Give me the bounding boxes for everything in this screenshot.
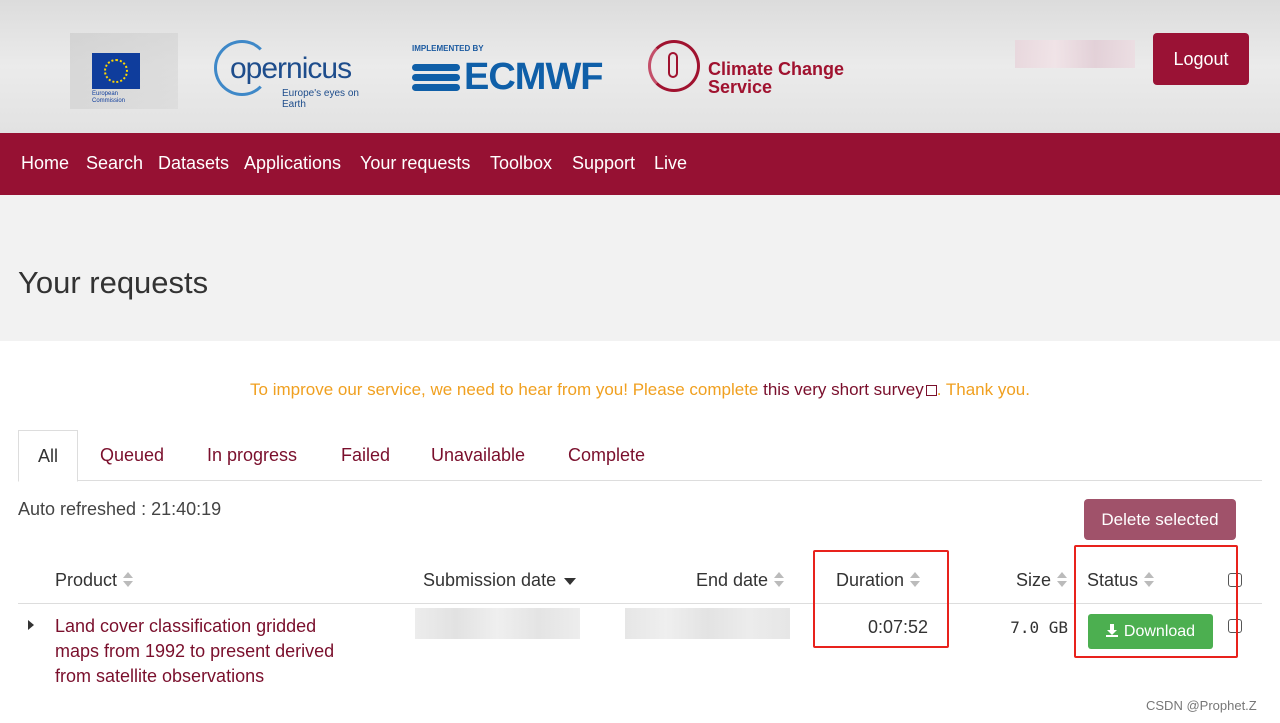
copernicus-wordmark: opernicus bbox=[230, 52, 352, 85]
delete-selected-button[interactable]: Delete selected bbox=[1084, 499, 1236, 540]
c3s-text: Climate Change Service bbox=[708, 60, 844, 96]
site-header: European Commission opernicus Europe's e… bbox=[0, 0, 1280, 133]
auto-refreshed-timestamp: Auto refreshed : 21:40:19 bbox=[18, 499, 222, 519]
ecmwf-mark-icon bbox=[412, 60, 460, 94]
tab-all[interactable]: All bbox=[18, 430, 79, 482]
tab-unavailable[interactable]: Unavailable bbox=[431, 430, 525, 481]
sort-icon bbox=[123, 572, 134, 588]
nav-applications[interactable]: Applications bbox=[244, 153, 341, 174]
column-end-date-label: End date bbox=[696, 570, 769, 590]
eu-flag-icon bbox=[92, 53, 140, 89]
nav-home[interactable]: Home bbox=[21, 153, 69, 174]
nav-live[interactable]: Live bbox=[654, 153, 687, 174]
survey-prefix: To improve our service, we need to hear … bbox=[250, 380, 764, 399]
duration-highlight-box bbox=[813, 550, 949, 648]
ecmwf-implemented-by: IMPLEMENTED BY bbox=[412, 44, 484, 53]
sort-descending-icon bbox=[564, 578, 577, 586]
survey-link[interactable]: this very short survey bbox=[763, 380, 924, 399]
sort-icon bbox=[774, 572, 785, 588]
column-submission-date[interactable]: Submission date bbox=[423, 570, 577, 591]
c3s-line-2: Service bbox=[708, 77, 773, 97]
thermometer-icon bbox=[668, 52, 678, 78]
column-end-date[interactable]: End date bbox=[696, 570, 785, 591]
ecmwf-wordmark: ECMWF bbox=[464, 56, 604, 98]
end-date-redacted bbox=[625, 608, 790, 639]
tab-failed[interactable]: Failed bbox=[341, 430, 390, 481]
main-nav: Home Search Datasets Applications Your r… bbox=[0, 133, 1280, 195]
request-status-tabs: All Queued In progress Failed Unavailabl… bbox=[18, 430, 1262, 482]
column-size-label: Size bbox=[1016, 570, 1052, 590]
nav-datasets[interactable]: Datasets bbox=[158, 153, 229, 174]
nav-your-requests[interactable]: Your requests bbox=[360, 153, 470, 174]
username-redacted bbox=[1015, 40, 1135, 68]
page-title: Your requests bbox=[18, 265, 209, 300]
survey-notice: To improve our service, we need to hear … bbox=[0, 380, 1280, 400]
size-value: 7.0 GB bbox=[1010, 618, 1068, 637]
nav-support[interactable]: Support bbox=[572, 153, 635, 174]
nav-search[interactable]: Search bbox=[86, 153, 143, 174]
nav-toolbox[interactable]: Toolbox bbox=[490, 153, 552, 174]
tab-queued[interactable]: Queued bbox=[100, 430, 164, 481]
tab-complete[interactable]: Complete bbox=[568, 430, 645, 481]
column-size[interactable]: Size bbox=[1016, 570, 1068, 591]
tab-in-progress[interactable]: In progress bbox=[207, 430, 297, 481]
expand-row-icon[interactable] bbox=[28, 620, 34, 630]
column-product-label: Product bbox=[55, 570, 118, 590]
eu-logo-text: European Commission bbox=[92, 91, 126, 104]
climate-change-service-logo[interactable]: Climate Change Service bbox=[648, 40, 848, 98]
status-highlight-box bbox=[1074, 545, 1238, 658]
european-commission-logo[interactable]: European Commission bbox=[70, 33, 178, 109]
column-product[interactable]: Product bbox=[55, 570, 134, 591]
external-link-icon[interactable] bbox=[925, 385, 937, 396]
column-submission-date-label: Submission date bbox=[423, 570, 557, 590]
page-title-band: Your requests bbox=[0, 195, 1280, 341]
watermark: CSDN @Prophet.Z bbox=[1146, 698, 1257, 713]
copernicus-logo[interactable]: opernicus Europe's eyes on Earth bbox=[214, 40, 384, 110]
sort-icon bbox=[1057, 572, 1068, 588]
copernicus-tagline: Europe's eyes on Earth bbox=[282, 88, 359, 110]
submission-date-redacted bbox=[415, 608, 580, 639]
logout-button[interactable]: Logout bbox=[1153, 33, 1249, 85]
product-link[interactable]: Land cover classification gridded maps f… bbox=[55, 614, 365, 689]
survey-suffix: . Thank you. bbox=[936, 380, 1030, 399]
ecmwf-logo[interactable]: IMPLEMENTED BY ECMWF bbox=[412, 44, 622, 100]
c3s-line-1: Climate Change bbox=[708, 59, 845, 79]
